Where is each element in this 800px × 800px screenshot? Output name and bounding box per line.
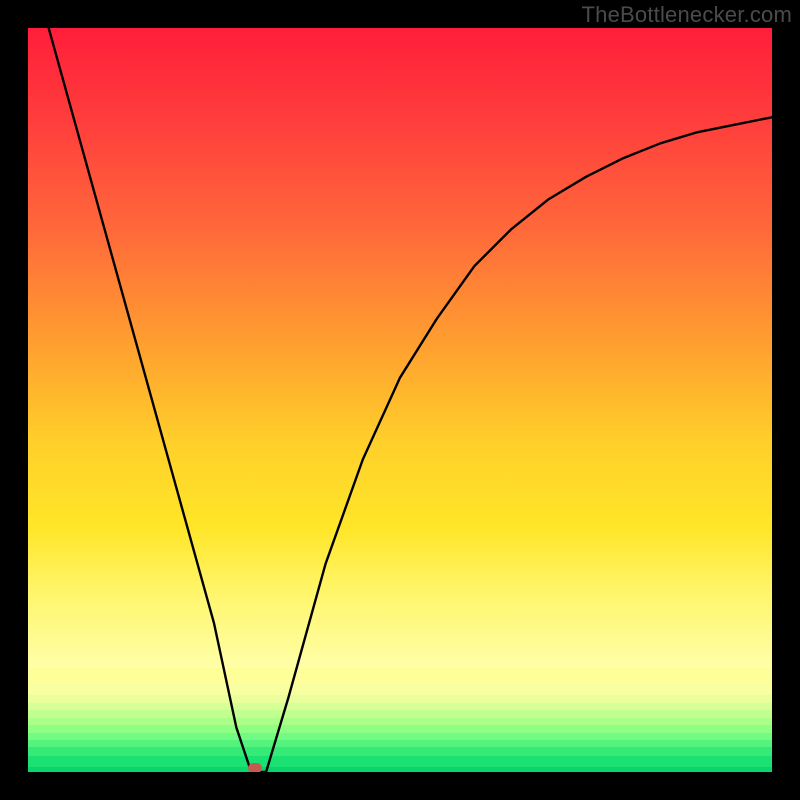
bottleneck-curve: [28, 28, 772, 772]
chart-frame: TheBottlenecker.com: [0, 0, 800, 800]
minimum-marker: [248, 763, 262, 772]
curve-svg: [28, 28, 772, 772]
plot-area: [28, 28, 772, 772]
attribution-text: TheBottlenecker.com: [582, 2, 792, 28]
